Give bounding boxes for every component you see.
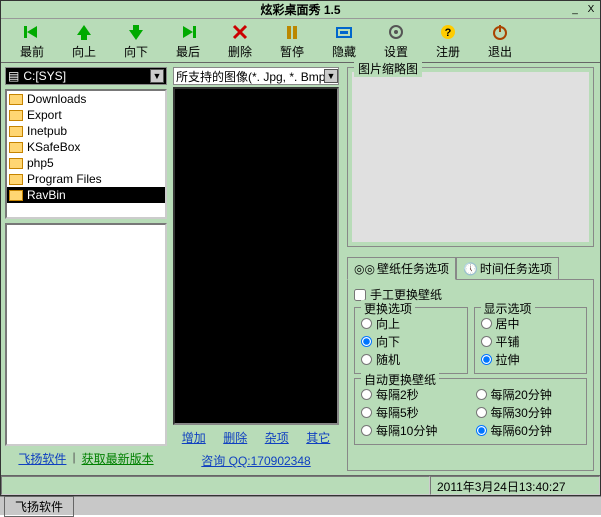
tab-time[interactable]: 🕔 时间任务选项 [456, 257, 559, 280]
image-preview [173, 87, 339, 425]
switch-random-radio[interactable]: 随机 [361, 351, 461, 368]
list-item[interactable]: Program Files [7, 171, 165, 187]
first-icon [23, 21, 41, 43]
help-icon: ? [439, 21, 457, 43]
drive-icon: ▤ [8, 69, 19, 83]
exit-button[interactable]: 退出 [479, 21, 521, 60]
switch-group-title: 更换选项 [361, 300, 415, 317]
gear-icon [387, 21, 405, 43]
titlebar: 炫彩桌面秀 1.5 _ X [1, 1, 600, 19]
svg-text:?: ? [445, 27, 452, 39]
interval-60m-radio[interactable]: 每隔60分钟 [476, 422, 581, 439]
delete-icon [231, 21, 249, 43]
thumbnail-preview [352, 72, 589, 242]
display-tile-radio[interactable]: 平铺 [481, 333, 581, 350]
folder-icon [9, 126, 23, 137]
arrow-down-icon [127, 21, 145, 43]
minimize-button[interactable]: _ [568, 3, 582, 17]
folder-icon [9, 158, 23, 169]
interval-5s-radio[interactable]: 每隔5秒 [361, 404, 466, 421]
folder-list[interactable]: Downloads Export Inetpub KSafeBox php5 P… [5, 89, 167, 219]
folder-icon [9, 94, 23, 105]
delete-link[interactable]: 删除 [223, 429, 247, 446]
latest-version-link[interactable]: 获取最新版本 [82, 450, 154, 467]
left-panel: ▤ C:[SYS] ▼ Downloads Export Inetpub KSa… [1, 63, 171, 475]
folder-icon [9, 142, 23, 153]
front-button[interactable]: 最前 [11, 21, 53, 60]
sub-file-list[interactable] [5, 223, 167, 446]
tab-content: 手工更换壁纸 更换选项 向上 向下 随机 显示选项 居中 平铺 拉伸 [347, 279, 594, 471]
filter-text: 所支持的图像(*. Jpg, *. Bmp [176, 68, 324, 85]
status-left [1, 476, 430, 495]
last-button[interactable]: 最后 [167, 21, 209, 60]
folder-icon [9, 190, 23, 201]
hide-button[interactable]: 隐藏 [323, 21, 365, 60]
switch-up-radio[interactable]: 向上 [361, 315, 461, 332]
chevron-down-icon[interactable]: ▼ [324, 69, 338, 83]
display-stretch-radio[interactable]: 拉伸 [481, 351, 581, 368]
other-link[interactable]: 其它 [306, 429, 330, 446]
folder-icon [9, 174, 23, 185]
list-item[interactable]: Export [7, 107, 165, 123]
last-icon [179, 21, 197, 43]
drive-select[interactable]: ▤ C:[SYS] ▼ [5, 67, 167, 85]
interval-20m-radio[interactable]: 每隔20分钟 [476, 386, 581, 403]
statusbar: 2011年3月24日13:40:27 [1, 475, 600, 495]
thumbnail-title: 图片缩略图 [354, 60, 422, 77]
settings-button[interactable]: 设置 [375, 21, 417, 60]
list-item[interactable]: php5 [7, 155, 165, 171]
window-title: 炫彩桌面秀 1.5 [260, 1, 340, 18]
taskbar-app-button[interactable]: 飞扬软件 [4, 496, 74, 517]
taskbar: 飞扬软件 [0, 496, 601, 515]
arrow-up-icon [75, 21, 93, 43]
display-center-radio[interactable]: 居中 [481, 315, 581, 332]
interval-10m-radio[interactable]: 每隔10分钟 [361, 422, 466, 439]
interval-30m-radio[interactable]: 每隔30分钟 [476, 404, 581, 421]
switch-down-radio[interactable]: 向下 [361, 333, 461, 350]
tab-wallpaper[interactable]: ◎◎ 壁纸任务选项 [347, 257, 456, 280]
drive-label: C:[SYS] [23, 69, 150, 83]
folder-icon [9, 110, 23, 121]
interval-2s-radio[interactable]: 每隔2秒 [361, 386, 466, 403]
power-icon [491, 21, 509, 43]
wallpaper-icon: ◎◎ [354, 262, 375, 276]
filter-combobox[interactable]: 所支持的图像(*. Jpg, *. Bmp ▼ [173, 67, 339, 85]
misc-link[interactable]: 杂项 [265, 429, 289, 446]
status-time: 2011年3月24日13:40:27 [430, 476, 600, 495]
list-item[interactable]: Downloads [7, 91, 165, 107]
add-link[interactable]: 增加 [182, 429, 206, 446]
register-button[interactable]: ? 注册 [427, 21, 469, 60]
display-group-title: 显示选项 [481, 300, 535, 317]
up-button[interactable]: 向上 [63, 21, 105, 60]
clock-icon: 🕔 [463, 262, 478, 276]
software-link[interactable]: 飞扬软件 [18, 450, 66, 467]
list-item[interactable]: KSafeBox [7, 139, 165, 155]
toolbar: 最前 向上 向下 最后 删除 暂停 隐藏 设置 [1, 19, 600, 63]
list-item[interactable]: RavBin [7, 187, 165, 203]
pause-button[interactable]: 暂停 [271, 21, 313, 60]
chevron-down-icon[interactable]: ▼ [150, 69, 164, 83]
right-panel: 图片缩略图 ◎◎ 壁纸任务选项 🕔 时间任务选项 手工更换壁纸 [341, 63, 600, 475]
list-item[interactable]: Inetpub [7, 123, 165, 139]
down-button[interactable]: 向下 [115, 21, 157, 60]
auto-group-title: 自动更换壁纸 [361, 371, 439, 388]
close-button[interactable]: X [584, 3, 598, 17]
middle-panel: 所支持的图像(*. Jpg, *. Bmp ▼ 增加 删除 杂项 其它 咨询 Q… [171, 63, 341, 475]
pause-icon [283, 21, 301, 43]
hide-icon [335, 21, 353, 43]
delete-button[interactable]: 删除 [219, 21, 261, 60]
qq-contact-link[interactable]: 咨询 QQ:170902348 [173, 450, 339, 471]
